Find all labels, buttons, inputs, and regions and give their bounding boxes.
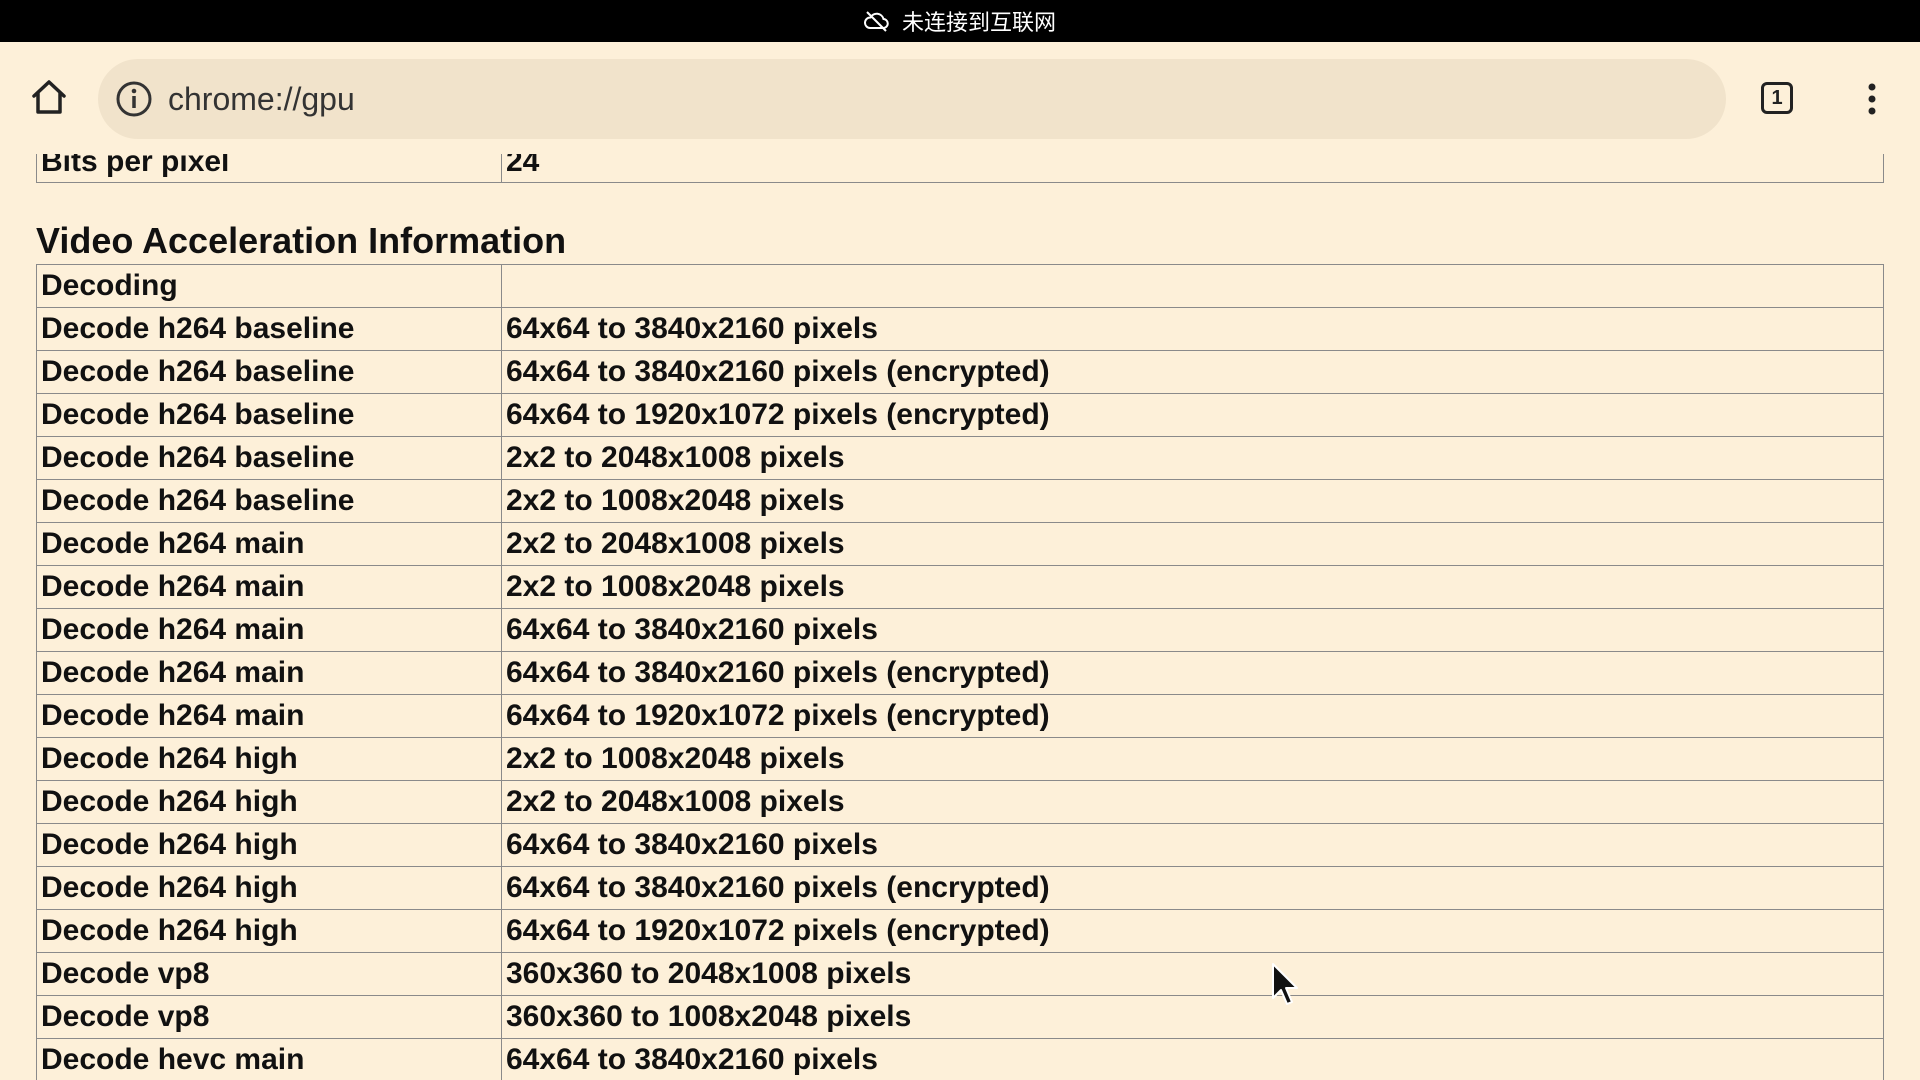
row-label: Decode h264 high: [36, 780, 502, 824]
row-value: 64x64 to 3840x2160 pixels: [501, 823, 1884, 867]
display-info-table: Bits per pixel 24: [36, 154, 1884, 183]
address-bar[interactable]: chrome://gpu: [98, 59, 1726, 139]
row-value: 2x2 to 2048x1008 pixels: [501, 522, 1884, 566]
row-label: Decode h264 baseline: [36, 436, 502, 480]
video-acceleration-table: Decoding Decode h264 baseline 64x64 to 384…: [36, 264, 1884, 1080]
row-value: 2x2 to 1008x2048 pixels: [501, 565, 1884, 609]
tab-switcher-button[interactable]: 1: [1757, 78, 1797, 118]
table-row: Decode hevc main 64x64 to 3840x2160 pixel…: [36, 1038, 1884, 1080]
table-row: Decode h264 baseline 64x64 to 1920x1072 p…: [36, 393, 1884, 437]
row-value: 64x64 to 1920x1072 pixels (encrypted): [501, 694, 1884, 738]
table-row: Decode h264 baseline 2x2 to 2048x1008 pix…: [36, 436, 1884, 480]
table-row: Decode h264 high 2x2 to 2048x1008 pixels: [36, 780, 1884, 824]
table-row: Decode h264 main 64x64 to 3840x2160 pixel…: [36, 608, 1884, 652]
row-value: 64x64 to 3840x2160 pixels: [501, 608, 1884, 652]
row-value: 2x2 to 2048x1008 pixels: [501, 780, 1884, 824]
row-label: Decode vp8: [36, 995, 502, 1039]
row-value: 24: [501, 154, 1884, 183]
row-value: 64x64 to 3840x2160 pixels (encrypted): [501, 866, 1884, 910]
row-label: Decode vp8: [36, 952, 502, 996]
row-value: 64x64 to 3840x2160 pixels (encrypted): [501, 350, 1884, 394]
row-value: 2x2 to 2048x1008 pixels: [501, 436, 1884, 480]
tab-count: 1: [1761, 82, 1793, 114]
row-label: Decode h264 high: [36, 866, 502, 910]
row-value: 360x360 to 2048x1008 pixels: [501, 952, 1884, 996]
row-value: 64x64 to 1920x1072 pixels (encrypted): [501, 909, 1884, 953]
row-value: 64x64 to 3840x2160 pixels (encrypted): [501, 651, 1884, 695]
mouse-cursor-icon: [1272, 963, 1298, 1005]
more-vert-icon: [1866, 81, 1878, 122]
section-title: Video Acceleration Information: [36, 220, 567, 261]
row-label: Decode h264 high: [36, 737, 502, 781]
row-label: Decode h264 baseline: [36, 350, 502, 394]
row-value: 2x2 to 1008x2048 pixels: [501, 737, 1884, 781]
row-label: Decode h264 high: [36, 823, 502, 867]
row-label: Decode h264 baseline: [36, 307, 502, 351]
row-label: Bits per pixel: [36, 154, 502, 183]
row-label: Decode h264 main: [36, 522, 502, 566]
table-row: Decode h264 high 64x64 to 1920x1072 pixel…: [36, 909, 1884, 953]
system-status-bar: 未连接到互联网: [0, 0, 1920, 42]
row-value: [501, 264, 1884, 308]
info-icon[interactable]: [108, 73, 160, 125]
row-label: Decode h264 main: [36, 694, 502, 738]
table-row: Decode h264 baseline 2x2 to 1008x2048 pix…: [36, 479, 1884, 523]
table-row: Decoding: [36, 264, 1884, 308]
row-label: Decode h264 main: [36, 608, 502, 652]
row-value: 360x360 to 1008x2048 pixels: [501, 995, 1884, 1039]
row-value: 64x64 to 3840x2160 pixels: [501, 307, 1884, 351]
row-value: 64x64 to 3840x2160 pixels: [501, 1038, 1884, 1080]
overflow-menu-button[interactable]: [1852, 76, 1892, 126]
row-label: Decode h264 baseline: [36, 393, 502, 437]
url-text[interactable]: chrome://gpu: [168, 81, 355, 118]
row-label: Decode h264 high: [36, 909, 502, 953]
table-row: Decode h264 main 2x2 to 2048x1008 pixels: [36, 522, 1884, 566]
table-row: Decode h264 high 64x64 to 3840x2160 pixel…: [36, 823, 1884, 867]
table-row: Decode h264 main 2x2 to 1008x2048 pixels: [36, 565, 1884, 609]
home-button[interactable]: [24, 74, 74, 124]
cloud-off-icon: [864, 10, 890, 32]
table-row: Decode h264 baseline 64x64 to 3840x2160 p…: [36, 350, 1884, 394]
row-label: Decode hevc main: [36, 1038, 502, 1080]
row-label: Decode h264 main: [36, 565, 502, 609]
row-value: 2x2 to 1008x2048 pixels: [501, 479, 1884, 523]
table-row: Decode h264 high 2x2 to 1008x2048 pixels: [36, 737, 1884, 781]
home-icon: [29, 77, 69, 122]
table-row: Bits per pixel 24: [36, 154, 1884, 183]
table-row: Decode h264 baseline 64x64 to 3840x2160 p…: [36, 307, 1884, 351]
table-row: Decode vp8 360x360 to 1008x2048 pixels: [36, 995, 1884, 1039]
row-label: Decoding: [36, 264, 502, 308]
row-label: Decode h264 baseline: [36, 479, 502, 523]
row-label: Decode h264 main: [36, 651, 502, 695]
table-row: Decode vp8 360x360 to 2048x1008 pixels: [36, 952, 1884, 996]
page-content[interactable]: Bits per pixel 24 Video Acceleration Inf…: [0, 154, 1920, 1080]
connection-status-text: 未连接到互联网: [901, 11, 1056, 36]
table-row: Decode h264 main 64x64 to 1920x1072 pixel…: [36, 694, 1884, 738]
browser-toolbar: chrome://gpu 1: [0, 42, 1920, 154]
table-row: Decode h264 high 64x64 to 3840x2160 pixel…: [36, 866, 1884, 910]
row-value: 64x64 to 1920x1072 pixels (encrypted): [501, 393, 1884, 437]
table-row: Decode h264 main 64x64 to 3840x2160 pixel…: [36, 651, 1884, 695]
